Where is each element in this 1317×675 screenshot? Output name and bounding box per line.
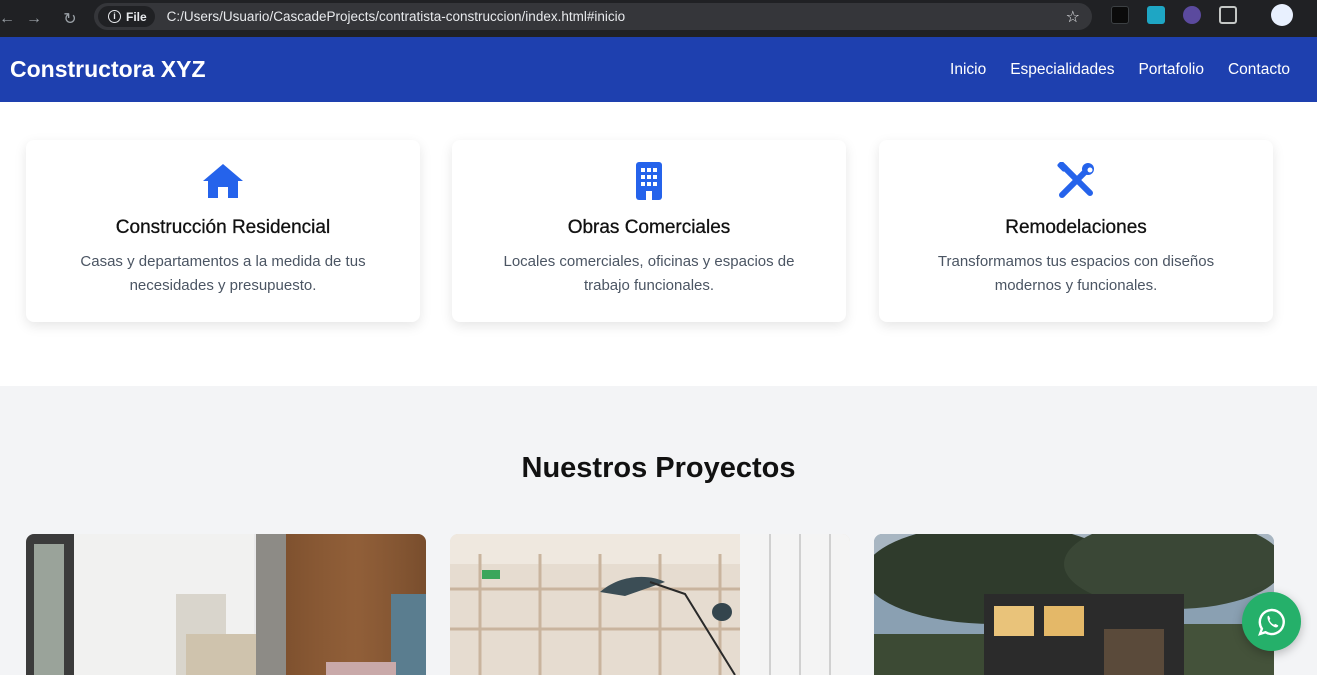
section-title: Nuestros Proyectos (521, 452, 796, 484)
nav-link-inicio[interactable]: Inicio (950, 61, 986, 79)
profile-avatar-icon[interactable] (1271, 4, 1293, 26)
service-card-comerciales: Obras Comerciales Locales comerciales, o… (452, 140, 846, 322)
extension-terminal-icon[interactable] (1111, 6, 1129, 24)
building-icon (636, 162, 662, 200)
whatsapp-icon (1257, 608, 1285, 636)
house-icon (203, 164, 243, 198)
service-description: Locales comerciales, oficinas y espacios… (503, 253, 795, 294)
whatsapp-button[interactable] (1242, 592, 1301, 651)
nav-link-contacto[interactable]: Contacto (1228, 61, 1290, 79)
nav-link-especialidades[interactable]: Especialidades (1010, 61, 1114, 79)
site-header: Constructora XYZ Inicio Especialidades P… (0, 37, 1317, 102)
project-photo-office-interior[interactable] (450, 534, 850, 675)
main-nav: Inicio Especialidades Portafolio Contact… (950, 61, 1290, 79)
project-photo-modern-house[interactable] (874, 534, 1274, 675)
tools-icon (1057, 162, 1094, 198)
extensions-puzzle-icon[interactable] (1219, 6, 1237, 24)
service-card-residencial: Construcción Residencial Casas y departa… (26, 140, 420, 322)
address-bar[interactable]: i File C:/Users/Usuario/CascadeProjects/… (94, 3, 1092, 30)
url-text[interactable]: C:/Users/Usuario/CascadeProjects/contrat… (167, 9, 625, 24)
back-icon[interactable]: ← (0, 3, 15, 35)
extension-shield-icon[interactable] (1183, 6, 1201, 24)
forward-icon[interactable]: → (18, 3, 50, 35)
service-description: Casas y departamentos a la medida de tus… (80, 253, 366, 294)
site-info-chip[interactable]: i File (98, 6, 155, 27)
service-title: Construcción Residencial (115, 217, 331, 238)
service-title: Remodelaciones (1005, 217, 1147, 238)
scheme-label: File (126, 9, 147, 24)
bookmark-star-icon[interactable]: ☆ (1066, 7, 1080, 27)
service-title: Obras Comerciales (567, 217, 731, 238)
info-icon: i (108, 10, 121, 23)
browser-toolbar: ← → ↻ i File C:/Users/Usuario/CascadePro… (0, 0, 1317, 37)
brand-logo[interactable]: Constructora XYZ (10, 56, 206, 83)
reload-icon[interactable]: ↻ (54, 3, 86, 35)
services-section: Construcción Residencial Casas y departa… (0, 102, 1317, 386)
service-card-remodelaciones: Remodelaciones Transformamos tus espacio… (879, 140, 1273, 322)
projects-section: Nuestros Proyectos (0, 386, 1317, 675)
extension-droplet-icon[interactable] (1147, 6, 1165, 24)
nav-link-portafolio[interactable]: Portafolio (1138, 61, 1203, 79)
project-photo-living-room[interactable] (26, 534, 426, 675)
service-description: Transformamos tus espacios con diseños m… (937, 253, 1215, 294)
